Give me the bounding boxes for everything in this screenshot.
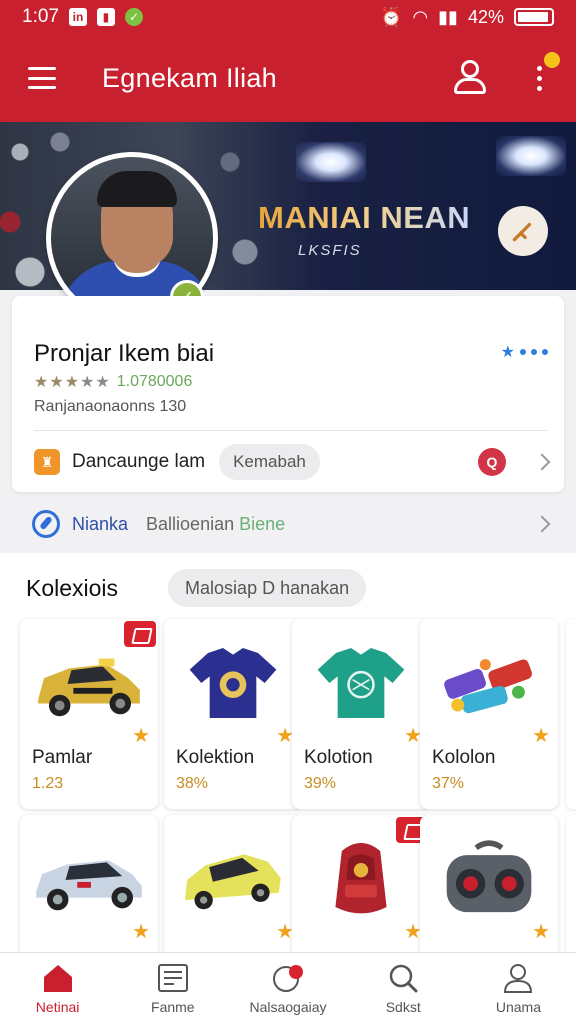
- rating-stars: ★★★★★: [34, 374, 111, 391]
- banner-title: MANIAI NEAN: [258, 200, 471, 235]
- favorite-star-icon[interactable]: ★: [132, 919, 150, 944]
- menu-icon[interactable]: [22, 63, 62, 93]
- speaker-device-image: [428, 827, 550, 931]
- profile-more-button[interactable]: ★: [501, 342, 548, 362]
- category-chip[interactable]: Kemabah: [219, 444, 320, 480]
- profile-name: Pronjar Ikem biai: [34, 340, 215, 367]
- collection-value: 39%: [304, 775, 337, 792]
- collection-value: 1.23: [32, 775, 64, 792]
- nav-feed[interactable]: Fanme: [115, 953, 230, 1024]
- collections-title: Kolexiois: [26, 574, 119, 601]
- profile-meta: Ranjanaonaonns 130: [34, 398, 187, 415]
- explore-sublabel: Ballioenian Biene: [146, 513, 286, 534]
- bottom-navigation: Netinai Fanme Nalsaogaiay Sdkst Unama: [0, 952, 576, 1024]
- list-icon: [157, 963, 188, 992]
- taxi-car-image: [28, 631, 150, 735]
- status-bar: 1:07 in ▮ ✓ ⏰ ◠ ▮▮ 42%: [0, 0, 576, 34]
- signal-icon: ▮▮: [438, 6, 458, 27]
- nav-activity[interactable]: Nalsaogaiay: [230, 953, 345, 1024]
- message-notification-icon: ▮: [96, 8, 115, 26]
- explore-label: Nianka: [72, 513, 129, 534]
- chevron-right-icon: [533, 453, 551, 471]
- search-icon: [389, 964, 418, 992]
- collection-card[interactable]: ★ Kolotion 39%: [292, 619, 430, 809]
- toy-robot-image: [428, 631, 550, 735]
- nav-search[interactable]: Sdkst: [346, 953, 461, 1024]
- account-icon[interactable]: [450, 58, 490, 98]
- green-jersey-image: [300, 631, 422, 735]
- nav-home[interactable]: Netinai: [0, 953, 115, 1024]
- home-icon: [43, 964, 72, 992]
- stadium-light: [496, 136, 566, 176]
- explore-sublabel-accent: Biene: [239, 513, 286, 534]
- user-icon: [504, 963, 533, 993]
- gallery-notification-icon: in: [68, 8, 87, 26]
- red-backpack-image: [300, 827, 422, 931]
- favorite-star-icon[interactable]: ★: [532, 723, 550, 748]
- status-time: 1:07: [22, 6, 59, 27]
- collection-value: 37%: [432, 775, 465, 792]
- collection-card[interactable]: ★ Pamlar 1.23: [20, 619, 158, 809]
- collection-name: Kolotion: [304, 747, 373, 768]
- rating-count: 1.0780006: [116, 373, 193, 390]
- nav-feed-label: Fanme: [151, 998, 195, 1015]
- banner-subtitle: LKSFIS: [298, 242, 362, 259]
- collection-name: Kolektion: [176, 747, 255, 768]
- profile-card: Pronjar Ikem biai ★ ★★★★★ 1.0780006 Ranj…: [12, 296, 564, 492]
- battery-icon: [514, 8, 554, 26]
- app-title: Egnekam Iliah: [102, 62, 277, 93]
- activity-icon: [273, 964, 303, 992]
- chevron-right-icon: [533, 515, 551, 533]
- stadium-light: [296, 142, 366, 182]
- category-row[interactable]: ♜ Dancaunge lam Kemabah Q: [34, 442, 551, 482]
- chat-notification-icon: ✓: [124, 8, 143, 26]
- alarm-icon: ⏰: [380, 6, 403, 27]
- star-icon: ★: [500, 344, 515, 361]
- category-label: Dancaunge lam: [72, 451, 206, 472]
- edit-banner-button[interactable]: [498, 206, 548, 256]
- silver-car-image: [28, 827, 150, 931]
- collection-card[interactable]: ★ Kolektion 38%: [164, 619, 302, 809]
- collections-section: Kolexiois Malosiap D hanakan ★ Pamlar 1.…: [0, 553, 576, 1005]
- blue-jersey-image: [172, 631, 294, 735]
- battery-percent: 42%: [467, 6, 504, 27]
- collection-name: Kololon: [432, 747, 496, 768]
- nav-profile[interactable]: Unama: [461, 953, 576, 1024]
- collection-value: 38%: [176, 775, 209, 792]
- favorite-star-icon[interactable]: ★: [132, 723, 150, 748]
- yellow-car-image: [172, 827, 294, 931]
- compass-icon: [32, 510, 60, 538]
- edit-icon: [512, 222, 532, 242]
- collection-name: Pamlar: [32, 747, 93, 768]
- nav-search-label: Sdkst: [385, 998, 421, 1015]
- more-options-icon[interactable]: [524, 52, 560, 98]
- app-bar: Egnekam Iliah: [0, 34, 576, 122]
- category-icon: ♜: [34, 449, 60, 475]
- rating-row: ★★★★★ 1.0780006: [34, 372, 192, 392]
- wifi-icon: ◠: [412, 6, 429, 27]
- collections-filter-chip[interactable]: Malosiap D hanakan: [168, 569, 367, 607]
- nav-home-label: Netinai: [35, 998, 80, 1015]
- collection-card[interactable]: ★ Kololon 37%: [420, 619, 558, 809]
- divider: [34, 430, 548, 431]
- nav-profile-label: Unama: [495, 998, 541, 1015]
- nav-activity-label: Nalsaogaiay: [249, 998, 327, 1015]
- notification-dot: [544, 52, 560, 68]
- collection-card-peek: [566, 619, 576, 809]
- explore-row[interactable]: Nianka Ballioenian Biene: [12, 500, 564, 548]
- favorite-star-icon[interactable]: ★: [532, 919, 550, 944]
- team-badge-icon: Q: [478, 448, 506, 476]
